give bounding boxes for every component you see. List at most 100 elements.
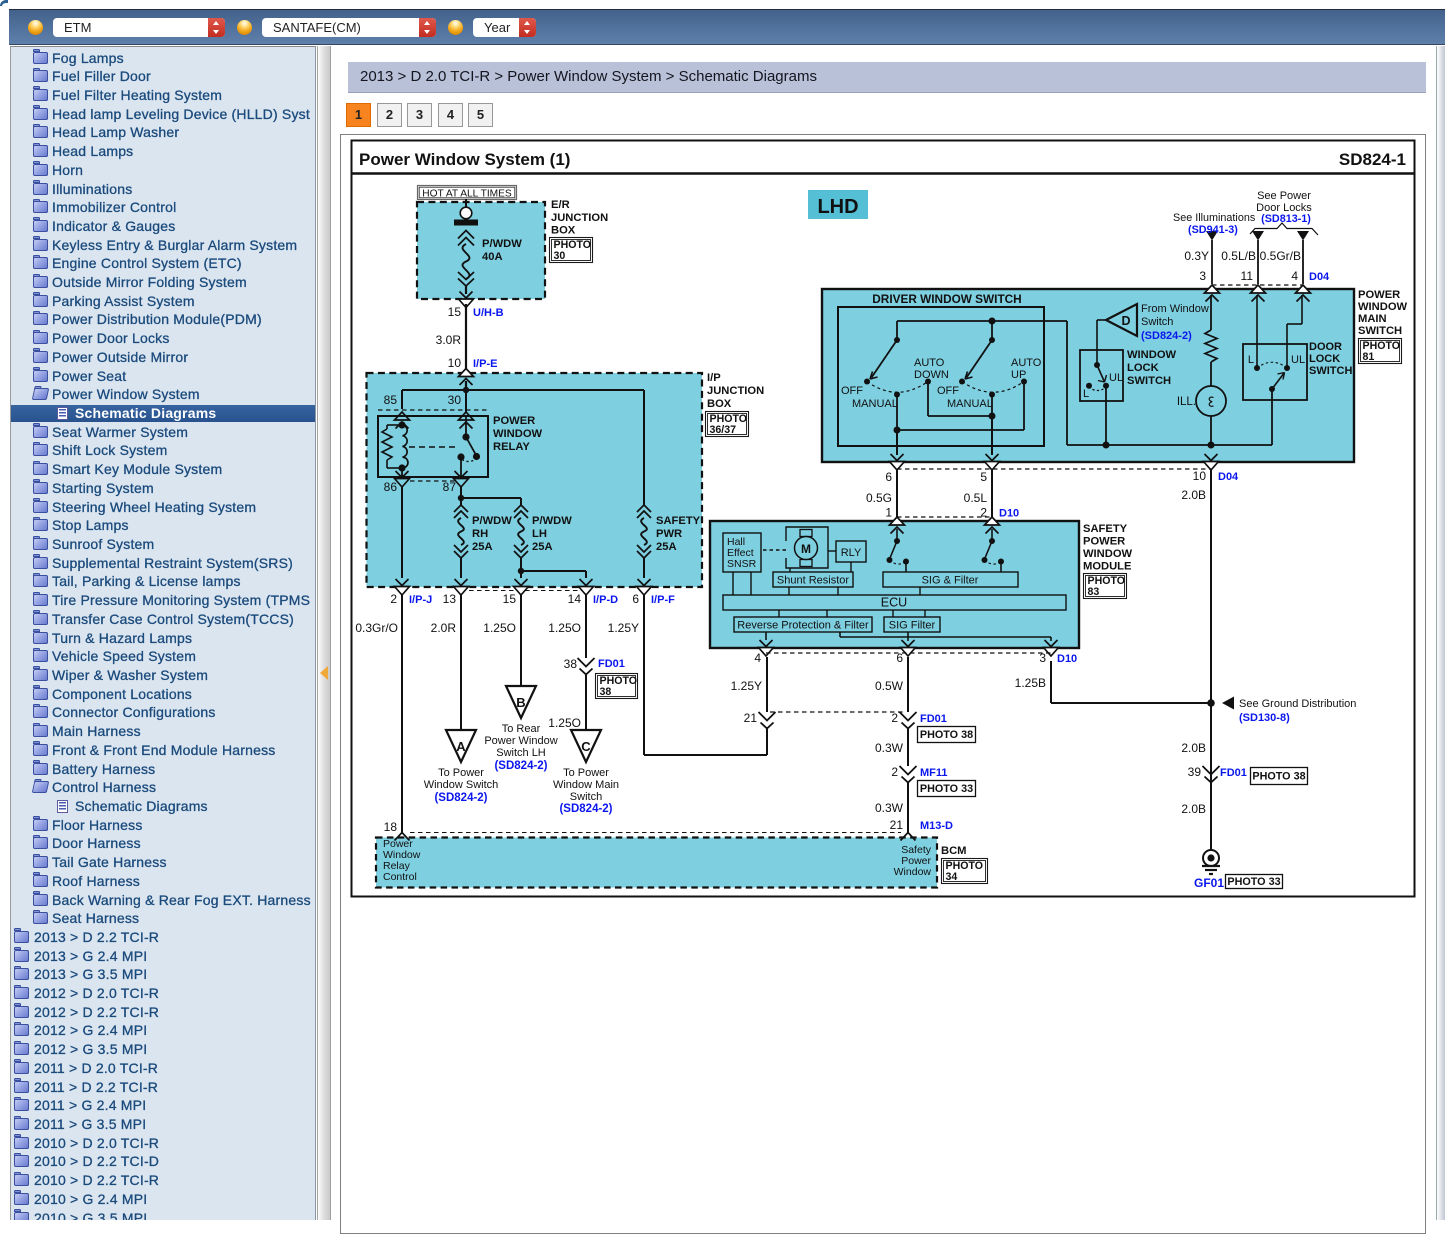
svg-text:DRIVER WINDOW SWITCH: DRIVER WINDOW SWITCH (872, 292, 1021, 306)
svg-text:39: 39 (1188, 765, 1202, 779)
svg-text:13: 13 (443, 592, 457, 606)
svg-text:1.25Y: 1.25Y (731, 679, 762, 693)
svg-text:P/WDW: P/WDW (472, 515, 512, 527)
svg-text:POWER: POWER (1358, 289, 1400, 301)
svg-text:SD824-1: SD824-1 (1339, 150, 1406, 169)
svg-text:Shunt Resistor: Shunt Resistor (777, 575, 849, 587)
svg-text:87: 87 (443, 480, 457, 494)
svg-text:WINDOW: WINDOW (493, 428, 543, 440)
svg-text:See Illuminations: See Illuminations (1173, 212, 1256, 224)
svg-text:JUNCTION: JUNCTION (551, 212, 608, 224)
svg-text:2.0B: 2.0B (1181, 741, 1206, 755)
svg-text:10: 10 (1193, 469, 1207, 483)
svg-text:38: 38 (600, 686, 612, 698)
svg-text:WINDOW: WINDOW (1358, 301, 1408, 313)
svg-text:1.25O: 1.25O (483, 621, 516, 635)
svg-text:I/P-F: I/P-F (651, 594, 675, 606)
svg-text:6: 6 (885, 470, 892, 484)
svg-text:D: D (1121, 314, 1130, 328)
svg-text:I/P-D: I/P-D (593, 594, 618, 606)
svg-text:85: 85 (384, 393, 398, 407)
svg-text:Window Main: Window Main (553, 779, 619, 791)
svg-text:18: 18 (384, 820, 398, 834)
svg-text:36/37: 36/37 (710, 424, 737, 436)
svg-text:DOWN: DOWN (914, 369, 949, 381)
svg-text:A: A (456, 739, 466, 754)
svg-text:LHD: LHD (817, 196, 858, 218)
svg-text:L: L (1083, 388, 1089, 400)
svg-text:POWER: POWER (1083, 536, 1125, 548)
svg-text:2.0R: 2.0R (431, 621, 457, 635)
svg-text:2: 2 (891, 711, 898, 725)
svg-text:30: 30 (448, 393, 462, 407)
svg-text:RLY: RLY (841, 547, 862, 559)
svg-text:2.0B: 2.0B (1181, 488, 1206, 502)
svg-text:25A: 25A (532, 541, 553, 553)
svg-text:25A: 25A (472, 541, 493, 553)
svg-text:SWITCH: SWITCH (1358, 325, 1402, 337)
svg-text:BOX: BOX (551, 225, 576, 237)
svg-text:PHOTO 38: PHOTO 38 (1252, 771, 1305, 783)
svg-text:2: 2 (891, 765, 898, 779)
svg-text:Power Window: Power Window (484, 735, 557, 747)
svg-text:UL: UL (1291, 354, 1305, 366)
svg-text:PWR: PWR (656, 528, 682, 540)
svg-text:81: 81 (1363, 351, 1375, 363)
svg-text:6: 6 (632, 592, 639, 606)
svg-text:I/P-E: I/P-E (473, 358, 497, 370)
svg-text:HOT AT ALL TIMES: HOT AT ALL TIMES (422, 188, 512, 199)
svg-text:0.5G: 0.5G (866, 491, 892, 505)
svg-text:I/P-J: I/P-J (409, 594, 432, 606)
svg-text:BCM: BCM (941, 845, 966, 857)
svg-text:See Power: See Power (1257, 190, 1311, 202)
svg-text:AUTO: AUTO (1011, 357, 1042, 369)
svg-text:C: C (581, 739, 591, 754)
svg-text:PHOTO 38: PHOTO 38 (920, 729, 973, 741)
svg-text:(SD130-8): (SD130-8) (1239, 712, 1290, 724)
svg-text:D04: D04 (1218, 471, 1239, 483)
svg-text:(SD824-2): (SD824-2) (559, 803, 612, 815)
svg-text:0.5L/B: 0.5L/B (1221, 249, 1256, 263)
svg-text:38: 38 (564, 657, 578, 671)
svg-text:6: 6 (896, 651, 903, 665)
svg-text:PHOTO 33: PHOTO 33 (920, 783, 973, 795)
svg-text:0.3Gr/O: 0.3Gr/O (355, 621, 398, 635)
svg-text:MANUAL: MANUAL (947, 398, 993, 410)
svg-text:Control: Control (383, 871, 417, 883)
svg-text:UL: UL (1109, 372, 1123, 384)
svg-text:2.0B: 2.0B (1181, 802, 1206, 816)
svg-text:34: 34 (946, 871, 958, 883)
svg-text:SWITCH: SWITCH (1309, 365, 1352, 377)
svg-text:Power Window System (1): Power Window System (1) (359, 150, 570, 169)
svg-text:Window Switch: Window Switch (424, 779, 499, 791)
svg-text:FD01: FD01 (598, 658, 625, 670)
svg-text:21: 21 (890, 818, 904, 832)
svg-text:15: 15 (448, 305, 462, 319)
svg-text:86: 86 (384, 480, 398, 494)
svg-text:WINDOW: WINDOW (1083, 548, 1133, 560)
svg-text:P/WDW: P/WDW (532, 515, 572, 527)
svg-text:D10: D10 (999, 508, 1019, 520)
svg-text:D04: D04 (1309, 271, 1330, 283)
svg-text:(SD941-3): (SD941-3) (1188, 224, 1238, 236)
svg-text:I/P: I/P (707, 372, 721, 384)
svg-text:1.25B: 1.25B (1015, 676, 1046, 690)
svg-text:MAIN: MAIN (1358, 313, 1387, 325)
svg-text:M13-D: M13-D (920, 820, 953, 832)
svg-text:FD01: FD01 (1220, 767, 1247, 779)
svg-text:14: 14 (568, 592, 582, 606)
svg-text:Switch: Switch (570, 791, 602, 803)
svg-text:U/H-B: U/H-B (473, 307, 504, 319)
svg-text:1: 1 (885, 506, 892, 520)
svg-text:0.5L: 0.5L (964, 491, 988, 505)
svg-text:POWER: POWER (493, 415, 535, 427)
svg-text:E/R: E/R (551, 199, 570, 211)
svg-text:Switch LH: Switch LH (496, 747, 546, 759)
svg-text:40A: 40A (482, 251, 503, 263)
svg-text:BOX: BOX (707, 398, 732, 410)
svg-text:(SD824-2): (SD824-2) (494, 760, 547, 772)
svg-text:0.3W: 0.3W (875, 801, 904, 815)
svg-text:1.25O: 1.25O (548, 621, 581, 635)
svg-text:1.25O: 1.25O (548, 716, 581, 730)
svg-text:4: 4 (1291, 269, 1298, 283)
